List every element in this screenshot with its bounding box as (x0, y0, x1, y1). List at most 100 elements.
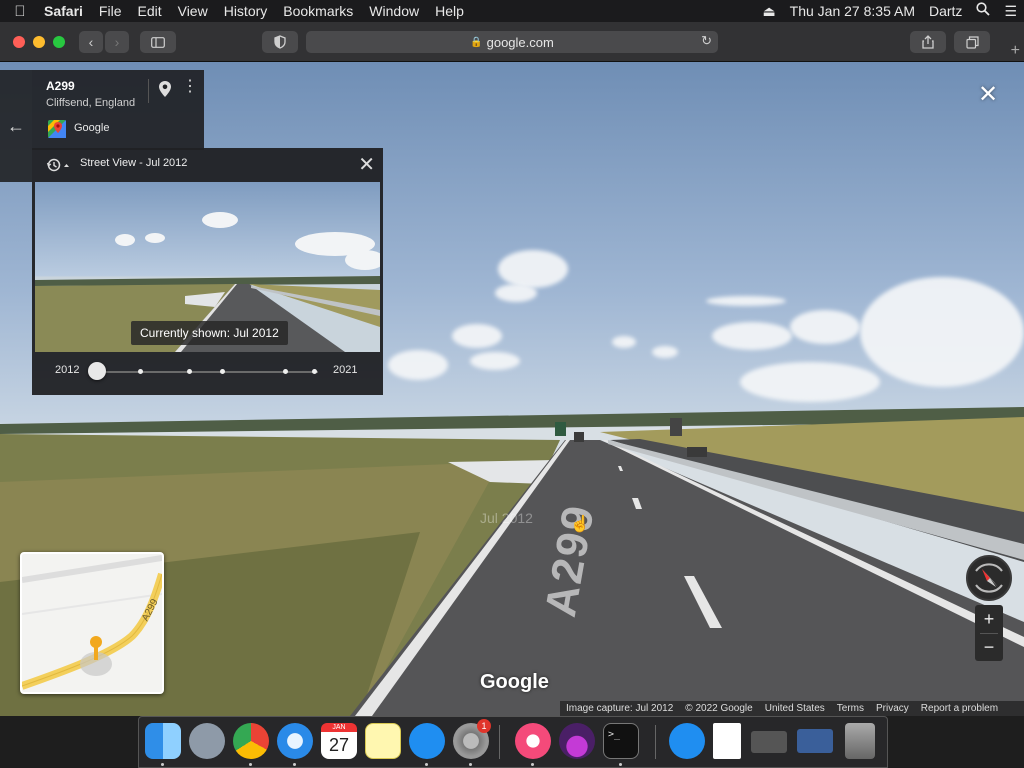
address-bar[interactable]: 🔒 google.com ↻ (306, 31, 718, 53)
place-card: A299 Cliffsend, England ⋮ Google (32, 70, 204, 150)
back-arrow-button[interactable]: ← (0, 70, 32, 182)
tab-overview-button[interactable] (954, 31, 990, 53)
privacy-report-button[interactable] (262, 31, 298, 53)
hand-cursor-icon: ☝ (570, 516, 590, 533)
running-indicator (531, 763, 534, 766)
menu-edit[interactable]: Edit (129, 0, 169, 22)
menu-clock[interactable]: Thu Jan 27 8:35 AM (783, 0, 922, 22)
region-link[interactable]: United States (759, 703, 831, 714)
sidebar-toggle-button[interactable] (140, 31, 176, 53)
search-icon[interactable] (969, 0, 997, 22)
menu-window[interactable]: Window (361, 0, 427, 22)
running-indicator (469, 763, 472, 766)
screenshots-stack-icon[interactable] (797, 729, 833, 753)
timeline-start-year: 2012 (55, 364, 80, 376)
notification-badge: 1 (477, 719, 491, 733)
close-panel-icon[interactable]: ✕ (358, 152, 375, 177)
timeline-tick[interactable] (220, 369, 225, 374)
more-options-icon[interactable]: ⋮ (182, 79, 198, 95)
provider-label[interactable]: Google (74, 122, 109, 134)
menu-user[interactable]: Dartz (922, 0, 969, 22)
place-title: A299 (46, 79, 75, 93)
timeline-tick[interactable] (312, 369, 317, 374)
time-travel-title: Street View - Jul 2012 (80, 157, 188, 169)
terminal-icon[interactable]: >_ (603, 723, 639, 759)
report-problem-link[interactable]: Report a problem (915, 703, 1004, 714)
history-icon[interactable] (46, 158, 70, 172)
menu-help[interactable]: Help (427, 0, 472, 22)
privacy-link[interactable]: Privacy (870, 703, 915, 714)
tabs-icon (965, 35, 979, 49)
menu-bar:  Safari File Edit View History Bookmark… (0, 0, 1024, 22)
applications-folder-icon[interactable] (669, 723, 705, 759)
running-indicator (293, 763, 296, 766)
menu-history[interactable]: History (216, 0, 276, 22)
forward-button[interactable]: › (105, 31, 129, 53)
compass-icon[interactable] (966, 555, 1012, 601)
app-store-icon[interactable] (409, 723, 445, 759)
timeline-tick[interactable] (283, 369, 288, 374)
document-icon[interactable] (713, 723, 741, 759)
card-divider (148, 79, 149, 103)
browser-toolbar: ‹ › 🔒 google.com ↻ + (0, 22, 1024, 62)
url-text: google.com (486, 34, 554, 50)
running-indicator (425, 763, 428, 766)
menu-list-icon[interactable]: ☰ (997, 0, 1024, 22)
menu-view[interactable]: View (170, 0, 216, 22)
reload-icon[interactable]: ↻ (701, 33, 712, 49)
minimize-window-button[interactable] (33, 36, 45, 48)
timeline-tick[interactable] (138, 369, 143, 374)
map-footer: Image capture: Jul 2012 © 2022 Google Un… (560, 701, 1024, 716)
menu-bookmarks[interactable]: Bookmarks (275, 0, 361, 22)
menu-app-name[interactable]: Safari (40, 0, 91, 22)
google-maps-logo-icon (48, 120, 66, 138)
notes-icon[interactable] (365, 723, 401, 759)
zoom-control: + − (975, 605, 1003, 661)
sidebar-icon (151, 36, 165, 48)
timeline-end-year: 2021 (333, 364, 358, 376)
copyright-text: © 2022 Google (685, 703, 753, 714)
apple-icon[interactable]:  (0, 3, 40, 20)
timeline-tick[interactable] (187, 369, 192, 374)
compass-needle (975, 563, 1003, 593)
chrome-icon[interactable] (233, 723, 269, 759)
calendar-icon[interactable]: JAN 27 (321, 723, 357, 759)
zoom-in-button[interactable]: + (975, 605, 1003, 633)
minimap[interactable]: A299 (20, 552, 164, 694)
back-button[interactable]: ‹ (79, 31, 103, 53)
eject-icon[interactable]: ⏏ (755, 0, 782, 22)
currently-shown-tooltip: Currently shown: Jul 2012 (131, 321, 288, 345)
menu-file[interactable]: File (91, 0, 130, 22)
trash-icon[interactable] (845, 723, 875, 759)
lock-icon: 🔒 (470, 36, 483, 48)
share-icon (922, 35, 934, 49)
installer-icon[interactable] (559, 723, 595, 759)
running-indicator (161, 763, 164, 766)
fullscreen-window-button[interactable] (53, 36, 65, 48)
dock-separator (655, 725, 656, 759)
zoom-divider (980, 633, 998, 634)
downloads-stack-icon[interactable] (751, 731, 787, 753)
close-window-button[interactable] (13, 36, 25, 48)
finder-icon[interactable] (145, 723, 181, 759)
safari-icon[interactable] (277, 723, 313, 759)
running-indicator (249, 763, 252, 766)
close-street-view-icon[interactable]: ✕ (978, 80, 998, 109)
shield-icon (274, 35, 286, 49)
running-indicator (619, 763, 622, 766)
terminal-prompt-icon: >_ (608, 729, 621, 740)
terms-link[interactable]: Terms (831, 703, 870, 714)
music-icon[interactable] (515, 723, 551, 759)
image-capture-date: Image capture: Jul 2012 (566, 703, 674, 714)
timeline-slider-handle[interactable] (88, 362, 106, 380)
calendar-month: JAN (321, 723, 357, 732)
calendar-day: 27 (328, 735, 350, 755)
new-tab-icon[interactable]: + (1011, 42, 1020, 60)
historical-imagery-thumbnail[interactable]: Currently shown: Jul 2012 (35, 182, 380, 352)
map-pin-icon[interactable] (158, 80, 172, 98)
share-button[interactable] (910, 31, 946, 53)
launchpad-icon[interactable] (189, 723, 225, 759)
google-watermark: Google (480, 671, 549, 693)
time-travel-panel: Street View - Jul 2012 ✕ Currently shown… (32, 148, 383, 395)
zoom-out-button[interactable]: − (975, 633, 1003, 661)
